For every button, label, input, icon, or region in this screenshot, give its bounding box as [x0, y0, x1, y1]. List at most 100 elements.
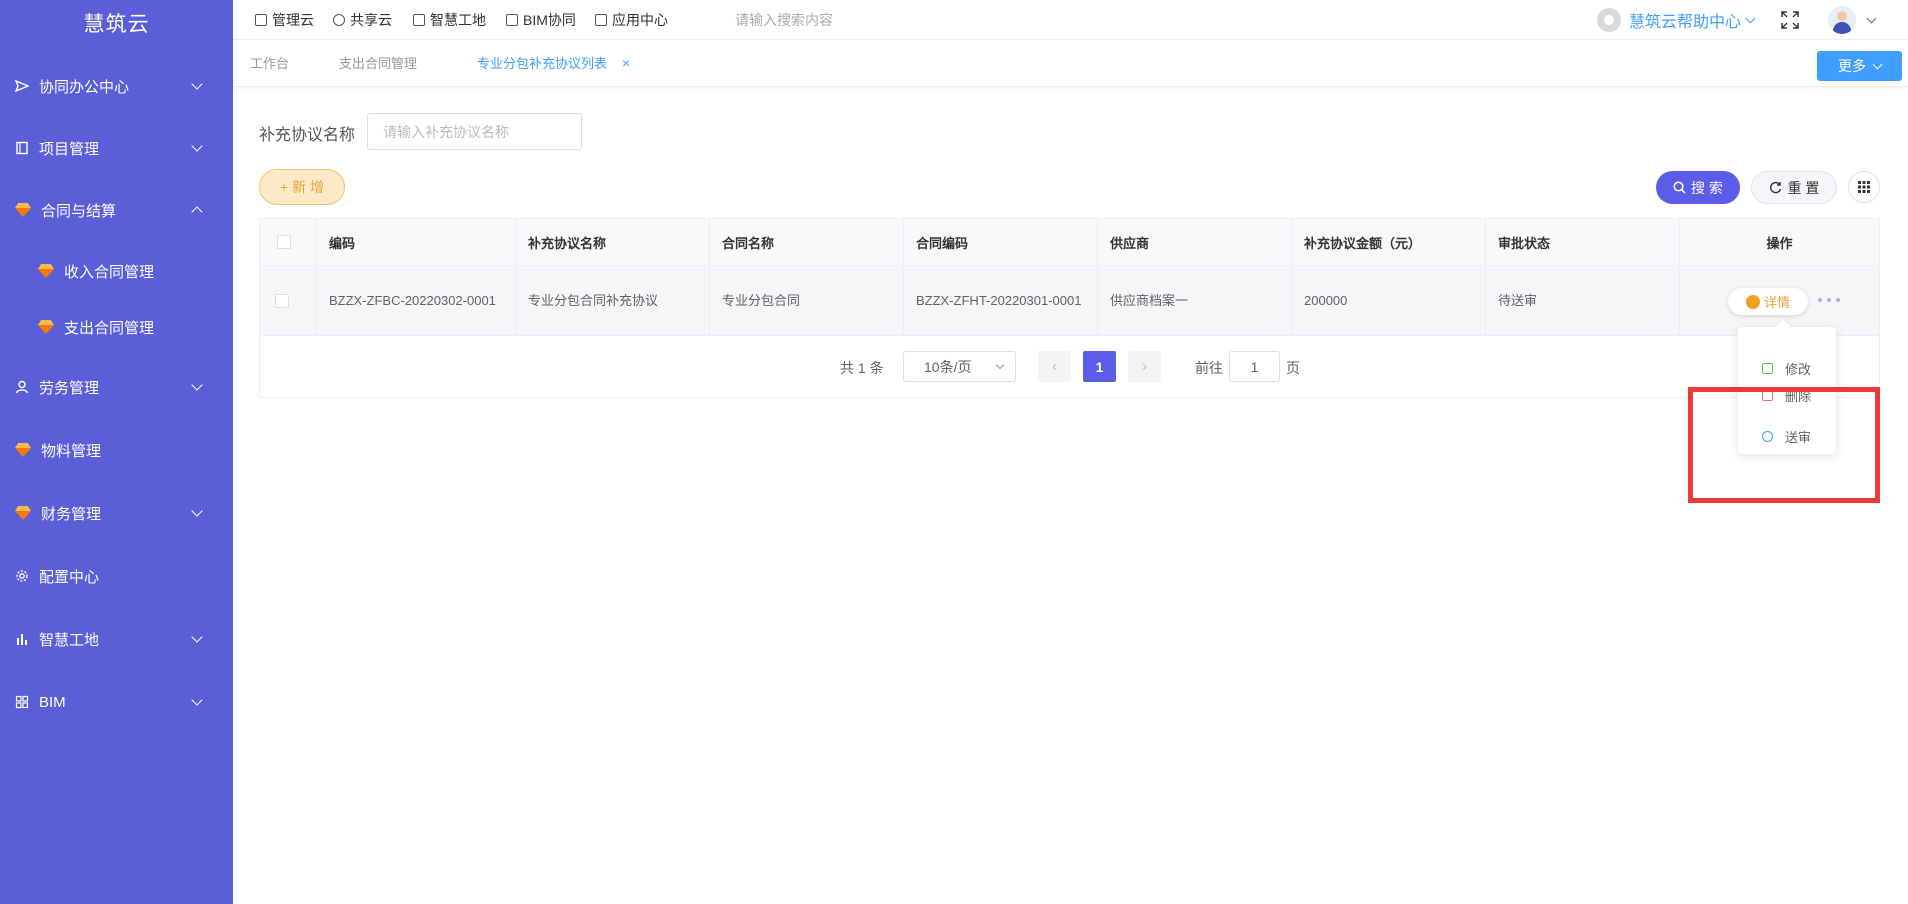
table-row: BZZX-ZFBC-20220302-0001 专业分包合同补充协议 专业分包合…: [260, 266, 1879, 336]
sidebar-item-bim[interactable]: BIM: [0, 682, 233, 722]
row-checkbox[interactable]: [275, 293, 289, 308]
help-center-label: 慧筑云帮助中心: [1629, 14, 1742, 31]
goto-prefix: 前往: [1195, 360, 1223, 376]
gem-icon: [38, 264, 54, 278]
column-header: 操作: [1766, 235, 1793, 251]
sidebar-item-smart-site[interactable]: 智慧工地: [0, 619, 233, 659]
topnav-management-cloud[interactable]: 管理云: [255, 0, 314, 40]
sidebar-item-config[interactable]: 配置中心: [0, 556, 233, 596]
topnav-bim[interactable]: BIM协同: [506, 0, 576, 40]
topnav-label: 智慧工地: [430, 12, 486, 28]
sidebar-item-label: 配置中心: [39, 568, 100, 586]
header-checkbox-cell: [260, 219, 317, 265]
cell-amount: 200000: [1292, 266, 1486, 335]
column-header: 合同名称: [710, 219, 904, 265]
tab-workbench[interactable]: 工作台: [250, 40, 289, 87]
sidebar-item-expense-contract[interactable]: 支出合同管理: [0, 307, 233, 347]
add-button[interactable]: + 新 增: [259, 169, 345, 205]
sidebar-item-finance[interactable]: 财务管理: [0, 493, 233, 533]
chevron-down-icon: [191, 78, 203, 90]
cell-contract-name: 专业分包合同: [710, 266, 904, 335]
topnav-app-center[interactable]: 应用中心: [595, 0, 668, 40]
sidebar-item-contract[interactable]: 合同与结算: [0, 190, 233, 230]
cloud-icon: [333, 14, 345, 26]
page-number-current[interactable]: 1: [1083, 351, 1116, 382]
reset-button[interactable]: 重 置: [1751, 171, 1837, 204]
more-actions-button[interactable]: [1818, 296, 1840, 304]
columns-button[interactable]: [1848, 171, 1880, 203]
sidebar-item-label: 协同办公中心: [39, 78, 130, 96]
sidebar-item-material[interactable]: 物料管理: [0, 430, 233, 470]
book-icon: [255, 14, 267, 26]
search-button[interactable]: 搜 索: [1656, 171, 1740, 204]
sidebar-item-income-contract[interactable]: 收入合同管理: [0, 251, 233, 291]
user-icon: [15, 380, 29, 394]
edit-icon: [1762, 362, 1773, 374]
more-button[interactable]: 更多: [1817, 51, 1902, 81]
topnav-shared-cloud[interactable]: 共享云: [333, 0, 392, 40]
cell-code: BZZX-ZFBC-20220302-0001: [317, 266, 516, 335]
refresh-icon: [1769, 181, 1781, 194]
gear-icon: [15, 569, 29, 583]
chevron-down-icon: [191, 140, 203, 152]
reset-button-label: 重 置: [1787, 179, 1820, 196]
filter-label: 补充协议名称: [259, 127, 356, 144]
sidebar-item-label: BIM: [39, 693, 66, 711]
prev-page-button[interactable]: ‹: [1038, 351, 1071, 382]
detail-button[interactable]: 详情: [1728, 288, 1808, 315]
gem-icon: [15, 506, 31, 520]
cell-supplier: 供应商档案一: [1098, 266, 1292, 335]
page-size-select[interactable]: 10条/页: [903, 351, 1016, 382]
chevron-down-icon: [1745, 13, 1756, 23]
fullscreen-icon[interactable]: [1781, 11, 1799, 29]
topnav-label: BIM协同: [523, 12, 576, 28]
chevron-up-icon: [191, 206, 203, 218]
next-page-button[interactable]: ›: [1128, 351, 1161, 382]
column-header: 补充协议名称: [516, 219, 710, 265]
avatar[interactable]: [1828, 6, 1856, 34]
sidebar-item-label: 合同与结算: [41, 202, 117, 220]
goto-page-input[interactable]: [1229, 351, 1280, 382]
global-search-input[interactable]: [735, 10, 935, 30]
sidebar-item-label: 项目管理: [39, 140, 100, 158]
sidebar-item-label: 财务管理: [41, 505, 102, 523]
row-checkbox-cell: [260, 266, 317, 335]
column-header: 合同编码: [904, 219, 1098, 265]
help-center[interactable]: 慧筑云帮助中心: [1597, 0, 1756, 40]
column-header: 补充协议金额（元）: [1292, 219, 1486, 265]
chevron-down-icon: [191, 694, 203, 706]
page-size-value: 10条/页: [924, 358, 972, 375]
column-header: 编码: [317, 219, 516, 265]
chevron-down-icon: [995, 360, 1005, 370]
sidebar-item-labor[interactable]: 劳务管理: [0, 367, 233, 407]
cell-name: 专业分包合同补充协议: [516, 266, 710, 335]
search-icon: [1673, 181, 1686, 194]
topnav-smart-site[interactable]: 智慧工地: [413, 0, 486, 40]
close-icon[interactable]: ×: [622, 40, 630, 87]
brand-title: 慧筑云: [83, 13, 150, 36]
sidebar-item-office[interactable]: 协同办公中心: [0, 66, 233, 106]
more-button-label: 更多: [1838, 58, 1866, 74]
gem-icon: [15, 443, 31, 457]
chevron-down-icon: [191, 505, 203, 517]
help-logo-icon: [1597, 8, 1621, 32]
sidebar-item-label: 收入合同管理: [64, 263, 155, 281]
sidebar-item-label: 支出合同管理: [64, 319, 155, 337]
cell-status: 待送审: [1486, 266, 1680, 335]
send-icon: [15, 79, 29, 93]
tab-subcontract-supplement[interactable]: 专业分包补充协议列表: [477, 40, 607, 87]
tab-expense-contract[interactable]: 支出合同管理: [339, 40, 417, 87]
table-header: 编码 补充协议名称 合同名称 合同编码 供应商 补充协议金额（元） 审批状态 操…: [260, 219, 1879, 266]
sidebar-item-label: 劳务管理: [39, 379, 100, 397]
search-button-label: 搜 索: [1691, 179, 1723, 196]
cell-contract-code: BZZX-ZFHT-20220301-0001: [904, 266, 1098, 335]
column-header: 审批状态: [1486, 219, 1680, 265]
agreement-name-input[interactable]: [367, 113, 582, 150]
chevron-down-icon: [191, 379, 203, 391]
menu-item-edit[interactable]: 修改: [1738, 355, 1836, 381]
tabs-bar: 工作台 支出合同管理 专业分包补充协议列表 ×: [233, 40, 1908, 87]
goto-suffix: 页: [1286, 360, 1300, 376]
grid-icon: [595, 14, 607, 26]
select-all-checkbox[interactable]: [277, 235, 291, 249]
sidebar-item-project[interactable]: 项目管理: [0, 128, 233, 168]
